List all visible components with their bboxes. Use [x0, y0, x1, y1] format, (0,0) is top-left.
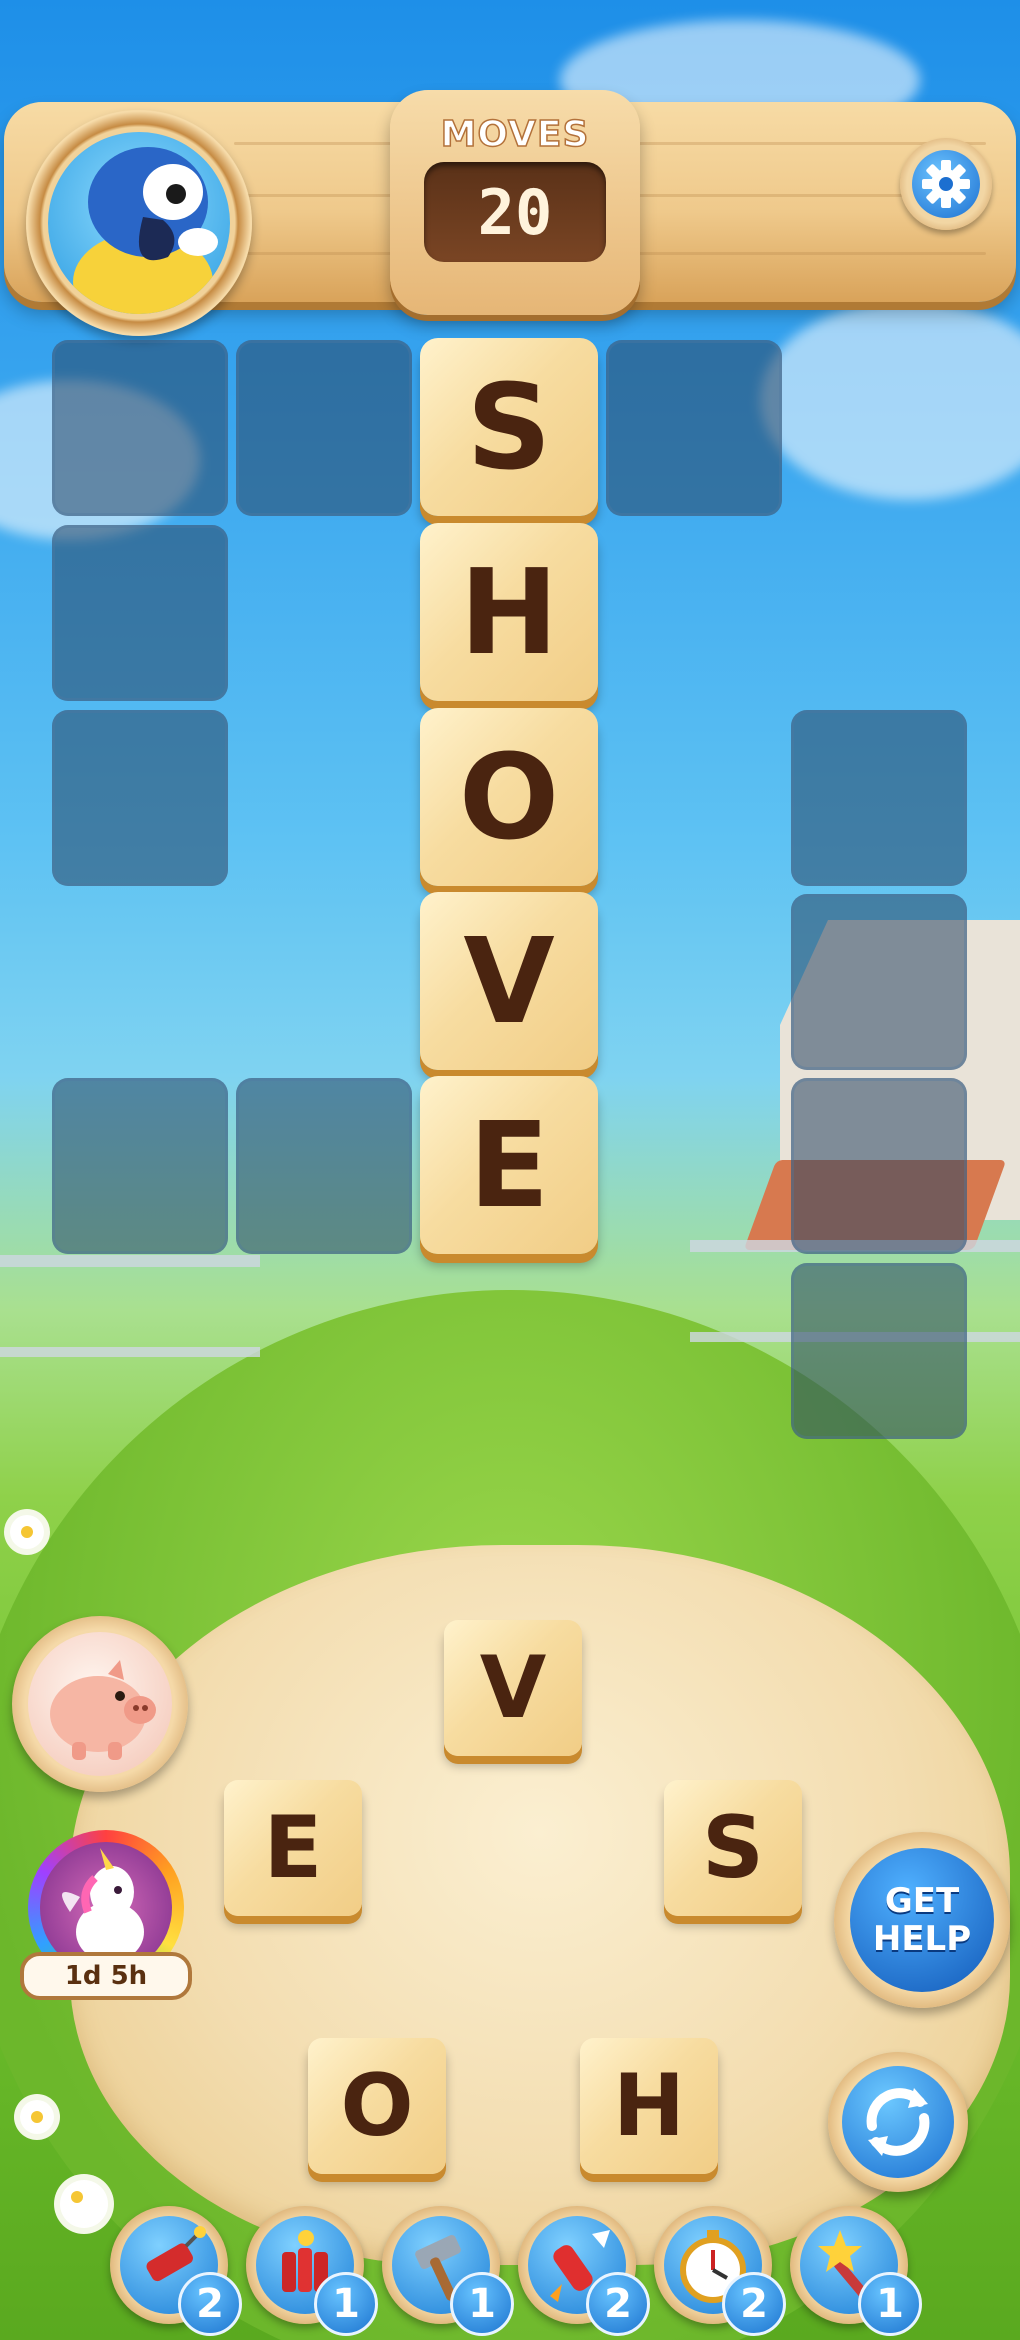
booster-rocket[interactable]: 2	[518, 2206, 650, 2336]
gear-icon	[912, 150, 980, 218]
wheel-letter-text: H	[613, 2056, 685, 2156]
wheel-letter[interactable]: O	[308, 2038, 446, 2174]
flower	[60, 2180, 108, 2228]
fence	[0, 1255, 260, 1357]
booster-count: 2	[178, 2272, 242, 2336]
booster-tnt-bundle[interactable]: 1	[246, 2206, 378, 2336]
event-timer: 1d 5h	[20, 1952, 192, 2000]
booster-count: 1	[450, 2272, 514, 2336]
wheel-letter-text: V	[479, 1638, 547, 1738]
wheel-letter[interactable]: E	[224, 1780, 362, 1916]
get-help-label-line2: HELP	[872, 1919, 972, 1959]
empty-cell	[791, 1263, 967, 1439]
booster-stopwatch[interactable]: 2	[654, 2206, 786, 2336]
empty-cell	[791, 710, 967, 886]
empty-cell	[236, 340, 412, 516]
booster-magic-wand[interactable]: 1	[790, 2206, 922, 2336]
booster-count: 1	[858, 2272, 922, 2336]
player-avatar[interactable]	[26, 110, 252, 336]
booster-count: 2	[586, 2272, 650, 2336]
tile-letter: V	[463, 912, 555, 1050]
booster-hammer[interactable]: 1	[382, 2206, 514, 2336]
moves-counter: 20	[424, 162, 606, 262]
letter-tile: O	[420, 708, 598, 886]
wheel-letter[interactable]: H	[580, 2038, 718, 2174]
empty-cell	[52, 340, 228, 516]
moves-label: MOVES	[440, 113, 590, 156]
cloud	[760, 300, 1020, 500]
empty-cell	[236, 1078, 412, 1254]
empty-cell	[52, 525, 228, 701]
shuffle-button[interactable]	[828, 2052, 968, 2192]
wheel-letter-text: S	[702, 1798, 764, 1898]
wheel-letter[interactable]: V	[444, 1620, 582, 1756]
wheel-letter-text: E	[263, 1798, 323, 1898]
flower	[20, 2100, 54, 2134]
booster-count: 2	[722, 2272, 786, 2336]
letter-tile: H	[420, 523, 598, 701]
tile-letter: H	[459, 543, 559, 681]
piggy-bank-icon	[28, 1632, 172, 1776]
letter-tile: E	[420, 1076, 598, 1254]
empty-cell	[791, 1078, 967, 1254]
tile-letter: E	[468, 1096, 550, 1234]
piggy-bank-button[interactable]	[12, 1616, 188, 1792]
get-help-label-line1: GET	[884, 1881, 960, 1921]
booster-dynamite[interactable]: 2	[110, 2206, 242, 2336]
tile-letter: S	[466, 358, 552, 496]
letter-tile: V	[420, 892, 598, 1070]
moves-panel: MOVES 20	[390, 90, 640, 315]
settings-button[interactable]	[900, 138, 992, 230]
empty-cell	[606, 340, 782, 516]
empty-cell	[791, 894, 967, 1070]
parrot-avatar-icon	[48, 132, 230, 314]
empty-cell	[52, 710, 228, 886]
booster-count: 1	[314, 2272, 378, 2336]
tile-letter: O	[458, 728, 560, 866]
flower	[10, 1515, 44, 1549]
letter-tile: S	[420, 338, 598, 516]
wheel-letter-text: O	[340, 2056, 414, 2156]
empty-cell	[52, 1078, 228, 1254]
wheel-letter[interactable]: S	[664, 1780, 802, 1916]
moves-value: 20	[477, 176, 553, 249]
get-help-face: GET HELP	[850, 1848, 994, 1992]
shuffle-icon	[842, 2066, 954, 2178]
get-help-button[interactable]: GET HELP	[834, 1832, 1010, 2008]
game-scene: MOVES 20 S H O V E 1d 5h V E S O H GET H…	[0, 0, 1020, 2340]
